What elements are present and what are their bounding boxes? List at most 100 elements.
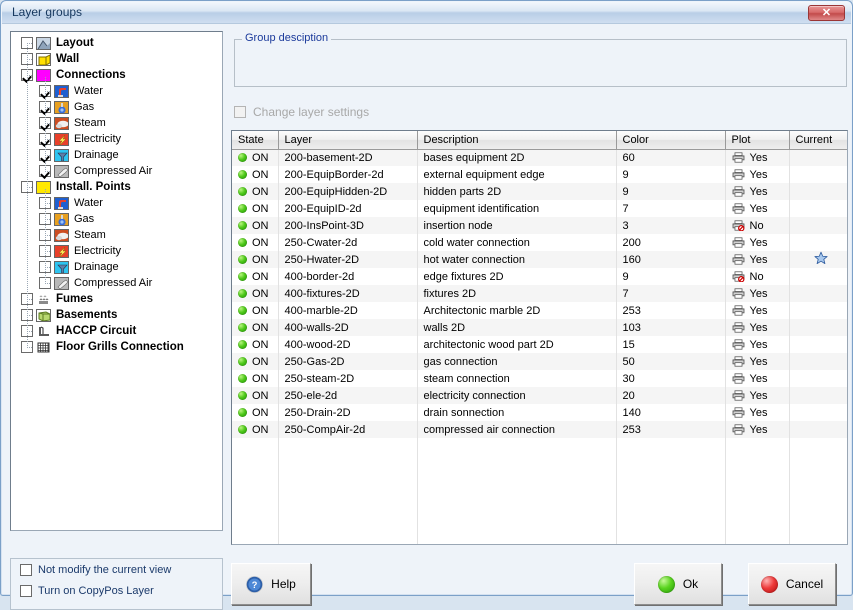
tree-item-steam[interactable]: Steam: [11, 115, 222, 131]
table-row[interactable]: ON 400-wood-2D architectonic wood part 2D 1…: [232, 336, 847, 353]
tree-item-compressed-air[interactable]: +Compressed Air: [11, 275, 222, 291]
cell-description[interactable]: architectonic wood part 2D: [417, 336, 617, 353]
table-row[interactable]: ON 400-marble-2D Architectonic marble 2D 25…: [232, 302, 847, 319]
column-header-color[interactable]: Color: [616, 131, 726, 150]
not-modify-view-checkbox[interactable]: [20, 563, 32, 576]
column-header-description[interactable]: Description: [417, 131, 617, 150]
cell-current[interactable]: [789, 319, 847, 336]
cell-layer[interactable]: 250-steam-2D: [278, 370, 418, 387]
table-row[interactable]: ON 200-InsPoint-3D insertion node 3 No: [232, 217, 847, 234]
cell-state[interactable]: ON: [232, 404, 279, 421]
cell-state[interactable]: ON: [232, 268, 279, 285]
tree-item-water[interactable]: Water: [11, 83, 222, 99]
cell-layer[interactable]: 400-wood-2D: [278, 336, 418, 353]
cell-color[interactable]: 7: [616, 200, 726, 217]
table-row-empty[interactable]: [232, 472, 847, 489]
cell-color[interactable]: 9: [616, 268, 726, 285]
table-row[interactable]: ON 200-EquipHidden-2D hidden parts 2D 9 Yes: [232, 183, 847, 200]
cell-color[interactable]: 9: [616, 183, 726, 200]
cell-layer[interactable]: 250-ele-2d: [278, 387, 418, 404]
table-row[interactable]: ON 400-walls-2D walls 2D 103 Yes: [232, 319, 847, 336]
cell-description[interactable]: bases equipment 2D: [417, 149, 617, 166]
cell-color[interactable]: 15: [616, 336, 726, 353]
cell-current[interactable]: [789, 251, 847, 268]
table-row[interactable]: ON 250-Cwater-2d cold water connection 200 Y…: [232, 234, 847, 251]
cell-description[interactable]: hidden parts 2D: [417, 183, 617, 200]
cell-layer[interactable]: 250-CompAir-2d: [278, 421, 418, 438]
table-row[interactable]: ON 250-Gas-2D gas connection 50 Yes: [232, 353, 847, 370]
cell-current[interactable]: [789, 149, 847, 166]
column-header-layer[interactable]: Layer: [278, 131, 418, 150]
cell-color[interactable]: 3: [616, 217, 726, 234]
column-header-plot[interactable]: Plot: [725, 131, 790, 150]
table-row[interactable]: ON 200-EquipID-2d equipment identification…: [232, 200, 847, 217]
table-row-empty[interactable]: [232, 489, 847, 506]
cell-color[interactable]: 160: [616, 251, 726, 268]
cell-current[interactable]: [789, 200, 847, 217]
table-row[interactable]: ON 400-fixtures-2D fixtures 2D 7 Yes: [232, 285, 847, 302]
tree-item-haccp-circuit[interactable]: HACCP Circuit: [11, 323, 222, 339]
ok-button[interactable]: Ok: [634, 563, 722, 605]
cell-current[interactable]: [789, 370, 847, 387]
title-bar[interactable]: Layer groups ✕: [2, 2, 851, 24]
table-row[interactable]: ON 250-steam-2D steam connection 30 Yes: [232, 370, 847, 387]
cell-current[interactable]: [789, 404, 847, 421]
cell-current[interactable]: [789, 387, 847, 404]
cell-layer[interactable]: 400-border-2d: [278, 268, 418, 285]
column-header-current[interactable]: Current: [789, 131, 847, 150]
cell-description[interactable]: fixtures 2D: [417, 285, 617, 302]
cell-plot[interactable]: Yes: [725, 183, 790, 200]
cell-layer[interactable]: 400-marble-2D: [278, 302, 418, 319]
cell-layer[interactable]: 200-EquipID-2d: [278, 200, 418, 217]
cell-plot[interactable]: Yes: [725, 200, 790, 217]
cell-description[interactable]: equipment identification: [417, 200, 617, 217]
cell-state[interactable]: ON: [232, 319, 279, 336]
cell-plot[interactable]: Yes: [725, 387, 790, 404]
tree-item-gas[interactable]: Gas: [11, 99, 222, 115]
tree-item-electricity[interactable]: +Electricity: [11, 243, 222, 259]
cell-description[interactable]: cold water connection: [417, 234, 617, 251]
cell-layer[interactable]: 200-InsPoint-3D: [278, 217, 418, 234]
layer-group-tree[interactable]: Layout Wall −Connections Water Gas Steam Elect…: [10, 31, 223, 531]
cell-plot[interactable]: Yes: [725, 353, 790, 370]
tree-item-water[interactable]: +Water: [11, 195, 222, 211]
cell-state[interactable]: ON: [232, 149, 279, 166]
table-row-empty[interactable]: [232, 455, 847, 472]
cell-description[interactable]: insertion node: [417, 217, 617, 234]
cell-color[interactable]: 7: [616, 285, 726, 302]
tree-item-wall[interactable]: Wall: [11, 51, 222, 67]
cell-state[interactable]: ON: [232, 353, 279, 370]
tree-item-layout[interactable]: Layout: [11, 35, 222, 51]
close-icon[interactable]: ✕: [808, 5, 845, 21]
table-row-empty[interactable]: [232, 506, 847, 523]
tree-item-install-points[interactable]: −Install. Points: [11, 179, 222, 195]
cell-plot[interactable]: Yes: [725, 166, 790, 183]
cell-plot[interactable]: Yes: [725, 149, 790, 166]
group-description-text[interactable]: [236, 45, 845, 81]
cell-color[interactable]: 253: [616, 421, 726, 438]
cell-description[interactable]: steam connection: [417, 370, 617, 387]
cell-description[interactable]: Architectonic marble 2D: [417, 302, 617, 319]
help-button[interactable]: ? Help: [231, 563, 311, 605]
cell-state[interactable]: ON: [232, 251, 279, 268]
layers-table-container[interactable]: State Layer Description Color Plot Current ON…: [231, 130, 848, 545]
cell-color[interactable]: 103: [616, 319, 726, 336]
cell-description[interactable]: compressed air connection: [417, 421, 617, 438]
tree-item-drainage[interactable]: Drainage: [11, 147, 222, 163]
cell-color[interactable]: 50: [616, 353, 726, 370]
table-row-empty[interactable]: [232, 438, 847, 455]
table-row[interactable]: ON 250-CompAir-2d compressed air connectio…: [232, 421, 847, 438]
cell-state[interactable]: ON: [232, 370, 279, 387]
change-layer-settings-row[interactable]: Change layer settings: [234, 105, 369, 119]
cell-current[interactable]: [789, 336, 847, 353]
table-row-empty[interactable]: [232, 540, 847, 544]
cell-layer[interactable]: 250-Gas-2D: [278, 353, 418, 370]
cell-state[interactable]: ON: [232, 387, 279, 404]
cell-plot[interactable]: No: [725, 217, 790, 234]
cell-color[interactable]: 9: [616, 166, 726, 183]
tree-item-fumes[interactable]: Fumes: [11, 291, 222, 307]
change-layer-settings-checkbox[interactable]: [234, 106, 246, 118]
cell-color[interactable]: 253: [616, 302, 726, 319]
cell-state[interactable]: ON: [232, 336, 279, 353]
cell-plot[interactable]: Yes: [725, 336, 790, 353]
